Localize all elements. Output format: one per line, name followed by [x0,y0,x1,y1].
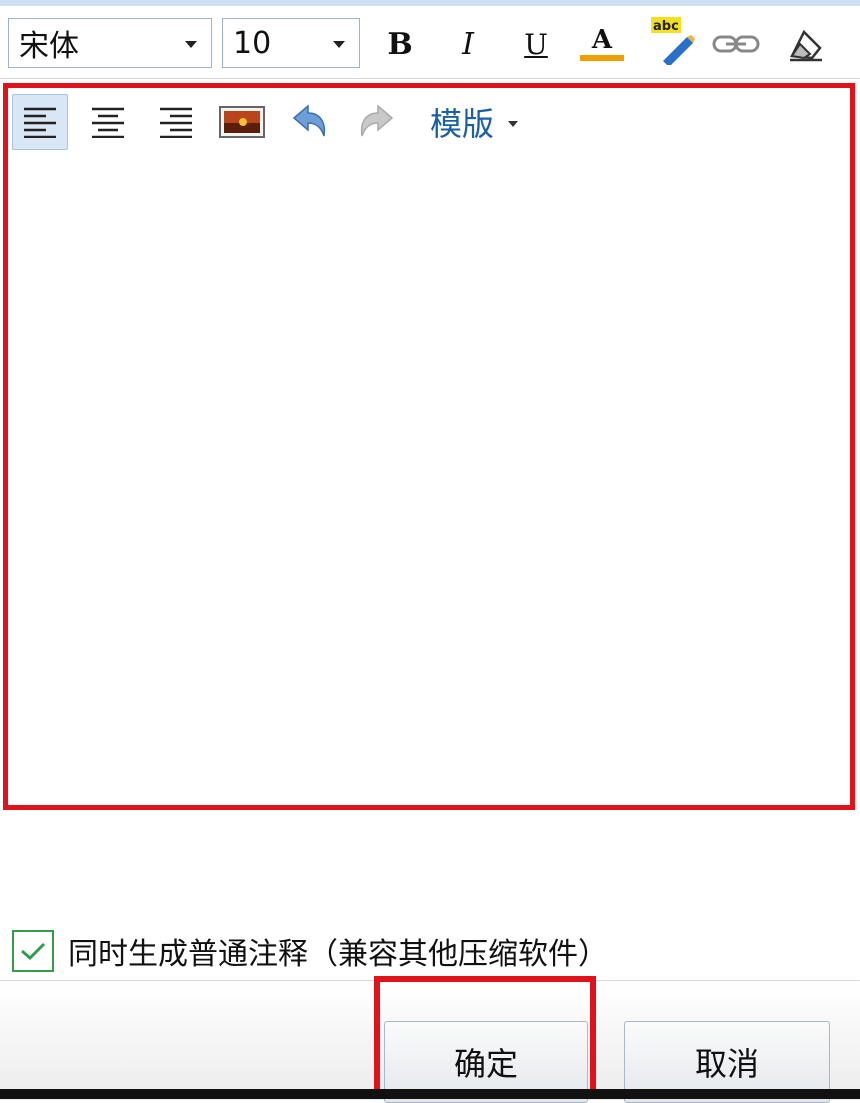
font-color-icon: A [591,25,613,55]
insert-image-button[interactable] [214,94,270,150]
font-color-button[interactable]: A [578,22,626,66]
align-center-icon [92,107,124,138]
template-menu[interactable]: 模版 [430,102,519,143]
svg-text:abc: abc [653,19,679,34]
bold-icon: B [387,26,413,62]
align-right-button[interactable] [148,94,204,150]
font-family-value: 宋体 [19,29,79,64]
undo-icon [292,104,326,137]
plain-comment-label: 同时生成普通注释（兼容其他压缩软件） [68,937,608,972]
chevron-down-icon [333,41,345,48]
italic-button[interactable]: I [444,22,492,66]
font-size-value: 10 [233,25,272,61]
underline-icon: U [524,27,548,61]
align-left-icon [24,107,56,138]
checkmark-icon [21,942,46,961]
align-right-icon [160,107,192,138]
align-center-button[interactable] [80,94,136,150]
bold-button[interactable]: B [376,22,424,66]
plain-comment-option[interactable]: 同时生成普通注释（兼容其他压缩软件） [12,928,608,974]
link-button[interactable] [712,22,760,66]
chevron-down-icon [185,41,197,48]
window-bottom-edge [0,1089,860,1099]
dialog-footer: 确定 取消 [0,980,860,1103]
format-toolbar: 宋体 10 B I U A abc [0,6,860,79]
font-color-bar [580,55,624,61]
font-size-select[interactable]: 10 [222,18,360,68]
template-label: 模版 [430,105,495,143]
edit-toolbar: 模版 [8,88,850,158]
link-icon [712,35,760,53]
eraser-icon [790,29,822,62]
comment-text-area[interactable] [8,158,850,805]
ok-button-label: 确定 [453,1045,518,1083]
comment-editor-box: 模版 [3,83,855,810]
spellcheck-button[interactable]: abc [648,17,696,65]
chevron-down-icon [508,121,519,127]
underline-button[interactable]: U [512,22,560,66]
plain-comment-checkbox[interactable] [12,930,54,972]
undo-button[interactable] [282,94,338,150]
italic-icon: I [462,26,474,62]
align-left-button[interactable] [12,94,68,150]
image-icon [219,106,265,138]
redo-button[interactable] [348,94,404,150]
cancel-button-label: 取消 [694,1045,759,1083]
redo-icon [360,104,394,137]
clear-format-button[interactable] [782,22,830,66]
spellcheck-icon: abc [651,17,695,65]
font-family-select[interactable]: 宋体 [8,18,212,68]
